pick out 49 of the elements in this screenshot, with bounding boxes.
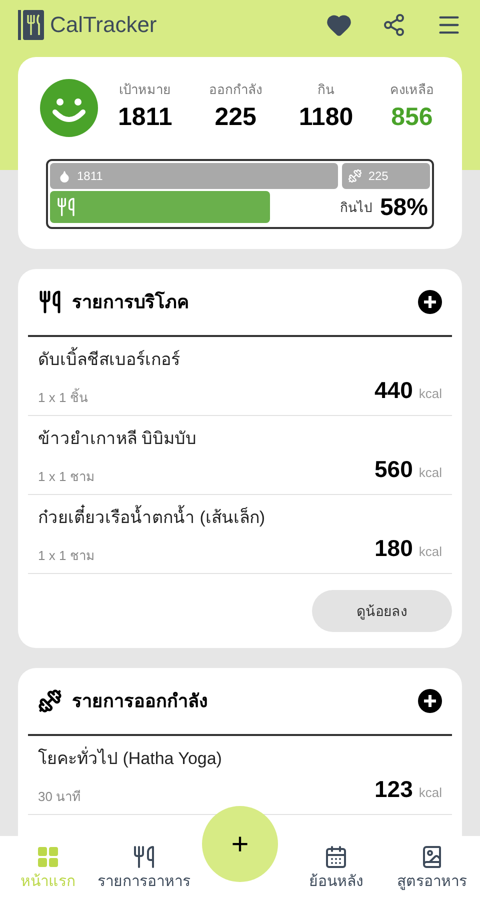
item-name: โยคะทั่วไป (Hatha Yoga) xyxy=(38,746,442,772)
exercise-amount: 225 xyxy=(368,168,388,185)
item-name: ดับเบิ้ลชีสเบอร์เกอร์ xyxy=(38,347,442,372)
show-less-button[interactable]: ดูน้อยลง xyxy=(312,590,452,632)
item-calories: 180 xyxy=(374,534,413,562)
item-calories: 440 xyxy=(374,376,413,404)
nav-tab[interactable]: รายการอาหาร xyxy=(96,844,192,894)
item-amount: 30 นาที xyxy=(38,788,82,806)
item-amount: 1 x 1 ชาม xyxy=(38,546,95,564)
item-calories: 560 xyxy=(374,454,413,484)
stat-label: กิน xyxy=(318,80,335,98)
eaten-label: กินไป xyxy=(340,199,372,218)
item-amount: 1 x 1 ชาม xyxy=(38,468,95,486)
stat-label: คงเหลือ xyxy=(390,80,434,98)
drop-icon xyxy=(58,170,71,182)
utensils-icon xyxy=(56,197,76,217)
nav-tab[interactable]: สูตรอาหาร xyxy=(384,844,480,894)
item-amount: 1 x 1 ชิ้น xyxy=(38,388,88,406)
item-name: ข้าวยำเกาหลี บิบิมบับ xyxy=(38,428,198,450)
utensils-icon xyxy=(38,290,62,314)
section-title: รายการบริโภค xyxy=(72,290,189,314)
dumbbell-icon xyxy=(348,169,362,183)
calorie-unit: kcal xyxy=(418,784,442,802)
utensils-icon xyxy=(132,844,156,869)
add-button[interactable]: + xyxy=(202,806,278,882)
eaten-percent: 58% xyxy=(380,193,428,223)
add-icon[interactable] xyxy=(418,290,442,314)
calorie-unit: kcal xyxy=(418,384,442,402)
calorie-unit: kcal xyxy=(418,464,442,482)
share-icon[interactable] xyxy=(382,12,406,36)
stat-value: 1811 xyxy=(118,102,172,133)
stat-label: เป้าหมาย xyxy=(119,80,172,98)
nav-tab[interactable]: ย้อนหลัง xyxy=(288,844,384,894)
dumbbell-icon xyxy=(38,689,62,713)
section-title: รายการออกกำลัง xyxy=(72,690,208,712)
stat-value: 856 xyxy=(391,102,433,133)
goal-amount: 1811 xyxy=(77,168,103,185)
add-icon[interactable] xyxy=(418,689,442,713)
calendar-icon xyxy=(324,844,348,869)
logo-icon xyxy=(18,10,44,40)
item-calories: 123 xyxy=(374,774,413,804)
item-name: ก๋วยเตี๋ยวเรือน้ำตกน้ำ (เส้นเล็ก) xyxy=(38,505,442,530)
app-title: CalTracker xyxy=(50,11,157,39)
smiley-icon xyxy=(40,79,98,137)
stat-label: ออกกำลัง xyxy=(209,80,262,98)
grid-icon xyxy=(36,844,60,869)
stat-value: 1180 xyxy=(298,102,354,133)
stat-value: 225 xyxy=(214,102,256,133)
calorie-unit: kcal xyxy=(418,542,442,560)
